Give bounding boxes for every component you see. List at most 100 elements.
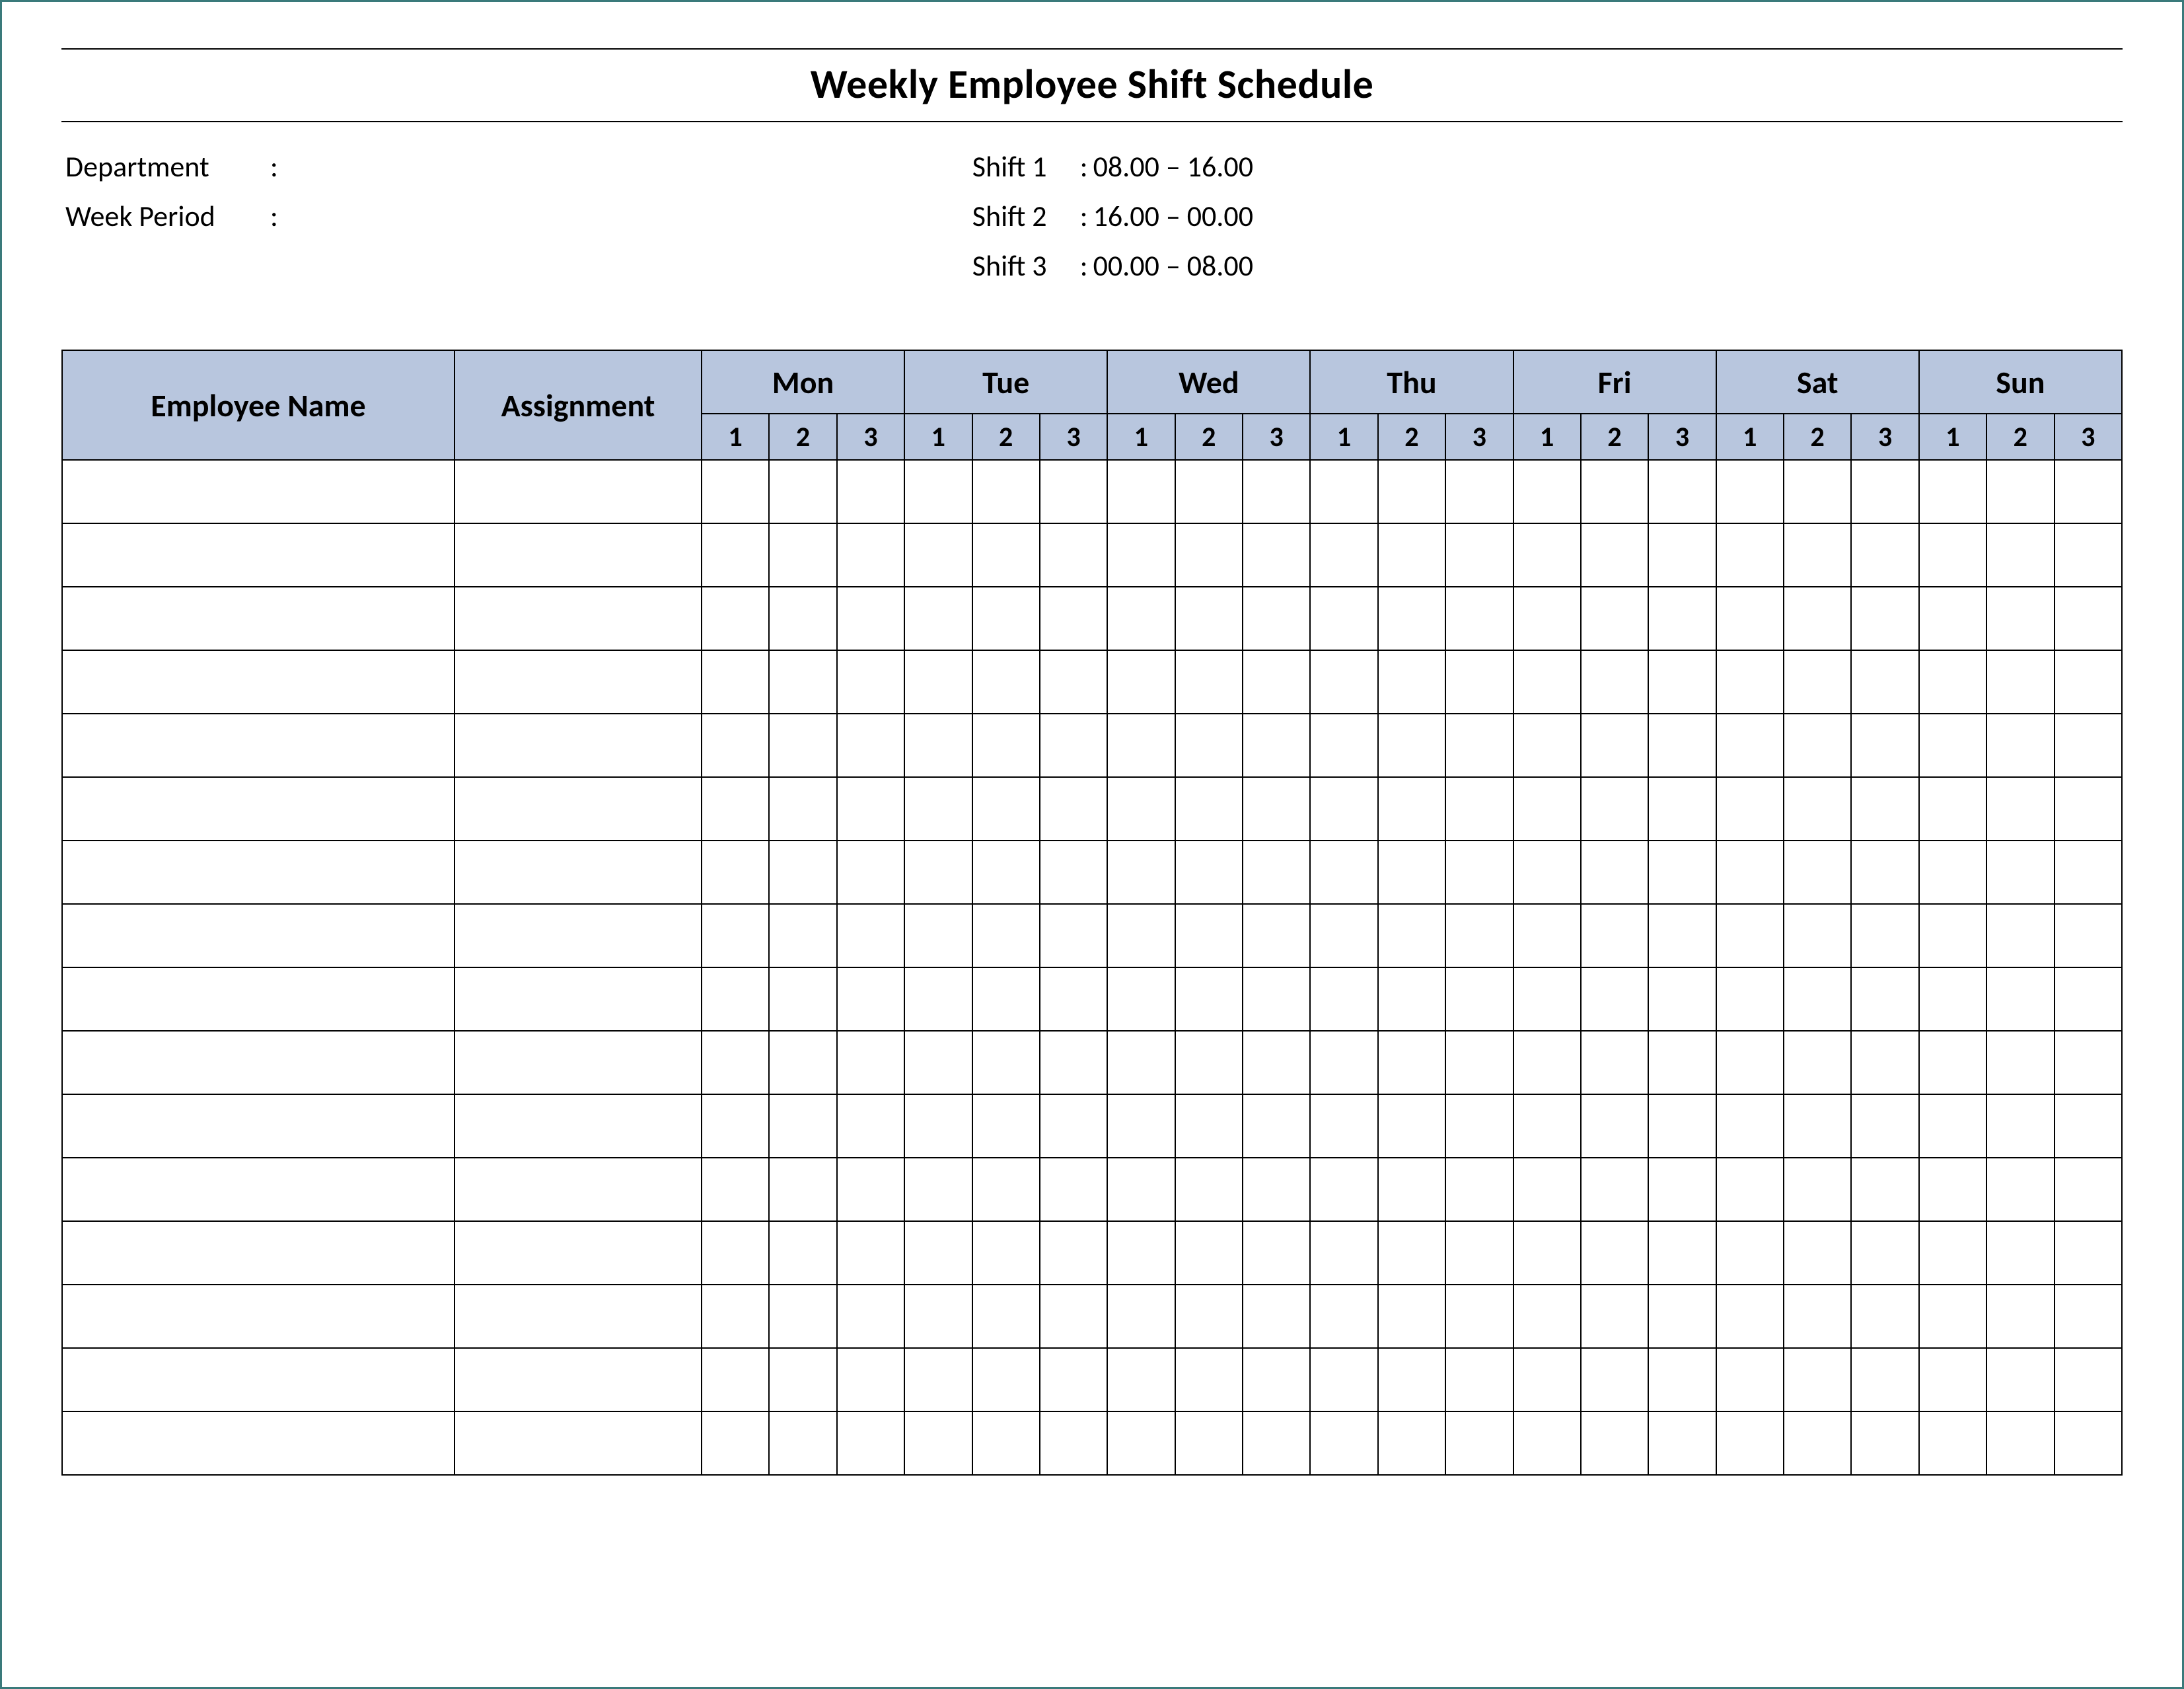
cell-shift [1784,777,1851,841]
cell-shift [837,460,904,523]
cell-shift [1445,777,1513,841]
cell-shift [1175,650,1243,714]
cell-shift [2055,1031,2123,1094]
cell-shift [1784,1285,1851,1348]
cell-shift [1513,1094,1581,1158]
cell-shift [1986,1031,2054,1094]
cell-shift [904,1221,972,1285]
cell-shift [837,587,904,650]
cell-shift [1378,904,1445,967]
cell-shift [837,1348,904,1411]
cell-shift [1986,1094,2054,1158]
cell-shift [1445,650,1513,714]
cell-shift [837,650,904,714]
cell-shift [972,904,1040,967]
cell-shift [1445,714,1513,777]
cell-shift [1040,587,1107,650]
cell-shift [972,967,1040,1031]
cell-shift [1513,1031,1581,1094]
cell-shift [1175,1031,1243,1094]
cell-shift [1243,650,1310,714]
cell-shift [769,841,836,904]
cell-shift [702,523,769,587]
cell-shift [1243,1285,1310,1348]
cell-shift [1716,1348,1784,1411]
cell-shift [1919,1094,1986,1158]
header-shift-number: 3 [1648,414,1716,460]
cell-shift [1919,460,1986,523]
header-day-sat: Sat [1716,350,1919,414]
cell-shift [702,714,769,777]
table-row [62,1094,2122,1158]
cell-shift [1107,1411,1175,1475]
header-day-mon: Mon [702,350,904,414]
cell-shift [1175,460,1243,523]
cell-shift [1986,1158,2054,1221]
cell-shift [1243,777,1310,841]
cell-shift [1581,1031,1648,1094]
cell-shift [769,1221,836,1285]
cell-shift [1107,777,1175,841]
cell-shift [972,1094,1040,1158]
cell-shift [837,1031,904,1094]
shift-label: Shift 2 [972,192,1075,241]
cell-shift [1851,1031,1918,1094]
cell-shift [1986,1285,2054,1348]
cell-shift [1310,1221,1377,1285]
cell-shift [1040,1031,1107,1094]
cell-shift [972,1221,1040,1285]
cell-shift [1107,904,1175,967]
cell-shift [904,587,972,650]
cell-shift [1040,1158,1107,1221]
cell-shift [1378,1094,1445,1158]
cell-shift [702,1221,769,1285]
colon: : [270,192,285,241]
cell-shift [1851,1221,1918,1285]
cell-shift [837,1221,904,1285]
cell-shift [1513,1285,1581,1348]
colon: : [270,142,285,192]
cell-shift [1581,841,1648,904]
cell-shift [2055,904,2123,967]
cell-shift [1107,967,1175,1031]
header-shift-number: 1 [702,414,769,460]
cell-shift [1716,587,1784,650]
header-shift-number: 3 [2055,414,2123,460]
cell-shift [2055,523,2123,587]
cell-shift [1378,460,1445,523]
cell-shift [1310,587,1377,650]
cell-shift [702,460,769,523]
cell-shift [1784,1221,1851,1285]
cell-shift [1243,587,1310,650]
cell-shift [1716,1031,1784,1094]
cell-shift [1851,967,1918,1031]
document-title: Weekly Employee Shift Schedule [61,50,2123,121]
cell-shift [1784,523,1851,587]
cell-shift [972,1031,1040,1094]
cell-shift [1243,1348,1310,1411]
cell-shift [1445,1031,1513,1094]
cell-employee-name [62,1031,455,1094]
cell-shift [702,587,769,650]
cell-shift [1310,523,1377,587]
cell-shift [1716,1411,1784,1475]
cell-employee-name [62,967,455,1031]
cell-shift [1243,904,1310,967]
cell-shift [1986,1221,2054,1285]
cell-shift [972,1285,1040,1348]
cell-shift [2055,967,2123,1031]
cell-shift [1243,967,1310,1031]
table-row [62,1411,2122,1475]
header-day-fri: Fri [1513,350,1716,414]
cell-shift [1513,904,1581,967]
cell-employee-name [62,1285,455,1348]
cell-assignment [455,1285,702,1348]
cell-shift [1175,904,1243,967]
cell-shift [1851,841,1918,904]
header-day-thu: Thu [1310,350,1513,414]
shift-row-1: Shift 1 : 08.00 – 16.00 [972,142,1253,192]
cell-shift [702,650,769,714]
cell-shift [904,1411,972,1475]
cell-shift [1919,904,1986,967]
cell-shift [1310,1158,1377,1221]
